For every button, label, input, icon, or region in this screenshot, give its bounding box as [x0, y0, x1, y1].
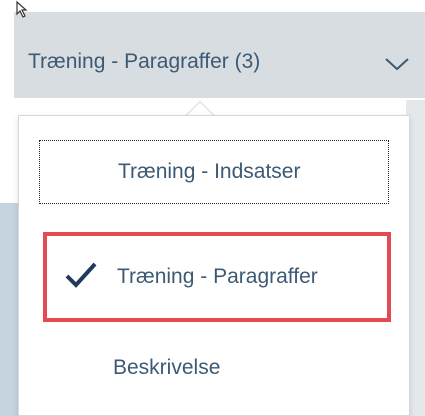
menu-item-label: Træning - Paragraffer: [117, 265, 318, 288]
menu-item-paragraffer[interactable]: Træning - Paragraffer: [43, 232, 391, 322]
menu-item-label: Beskrivelse: [113, 356, 221, 379]
dropdown-menu: Træning - Indsatser Træning - Paragraffe…: [18, 115, 410, 416]
dropdown-selected-label: Træning - Paragraffer (3): [28, 50, 261, 73]
menu-item-indsatser[interactable]: Træning - Indsatser: [39, 140, 389, 204]
checkmark-icon: [65, 262, 97, 288]
menu-item-beskrivelse[interactable]: Beskrivelse: [19, 338, 409, 398]
menu-item-label: Træning - Indsatser: [118, 160, 301, 183]
cursor-icon: [16, 0, 28, 18]
chevron-down-icon[interactable]: [382, 54, 412, 74]
background-panel: [0, 203, 18, 416]
